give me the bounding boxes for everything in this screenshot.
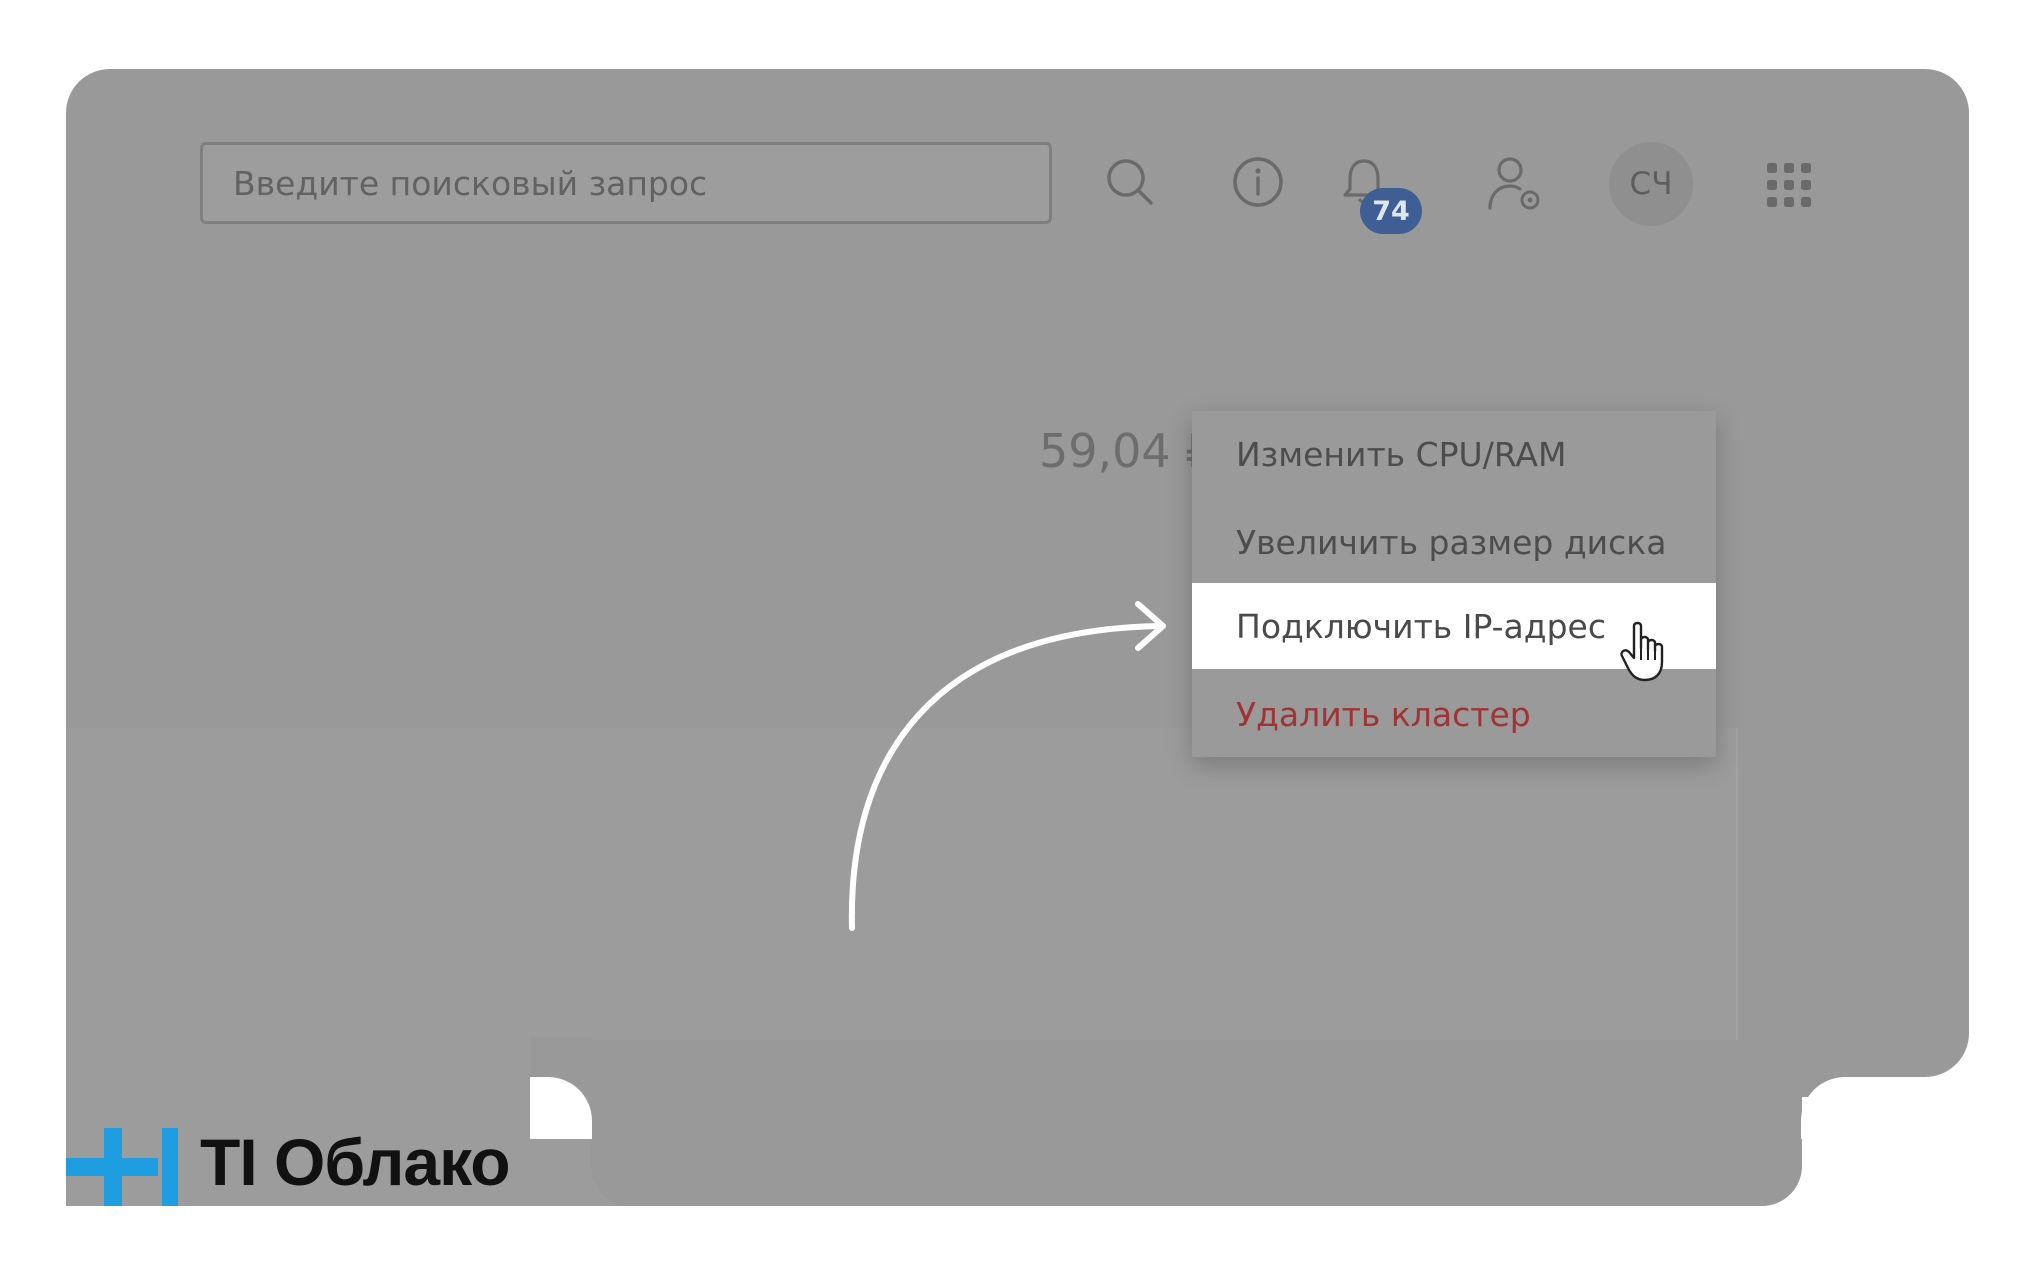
logo-plus-icon-bar — [66, 1158, 158, 1176]
annotation-arrow — [848, 601, 1166, 931]
logo-text: TI Облако — [200, 1125, 511, 1199]
logo-divider — [162, 1128, 178, 1206]
hand-cursor-icon — [1620, 621, 1664, 682]
